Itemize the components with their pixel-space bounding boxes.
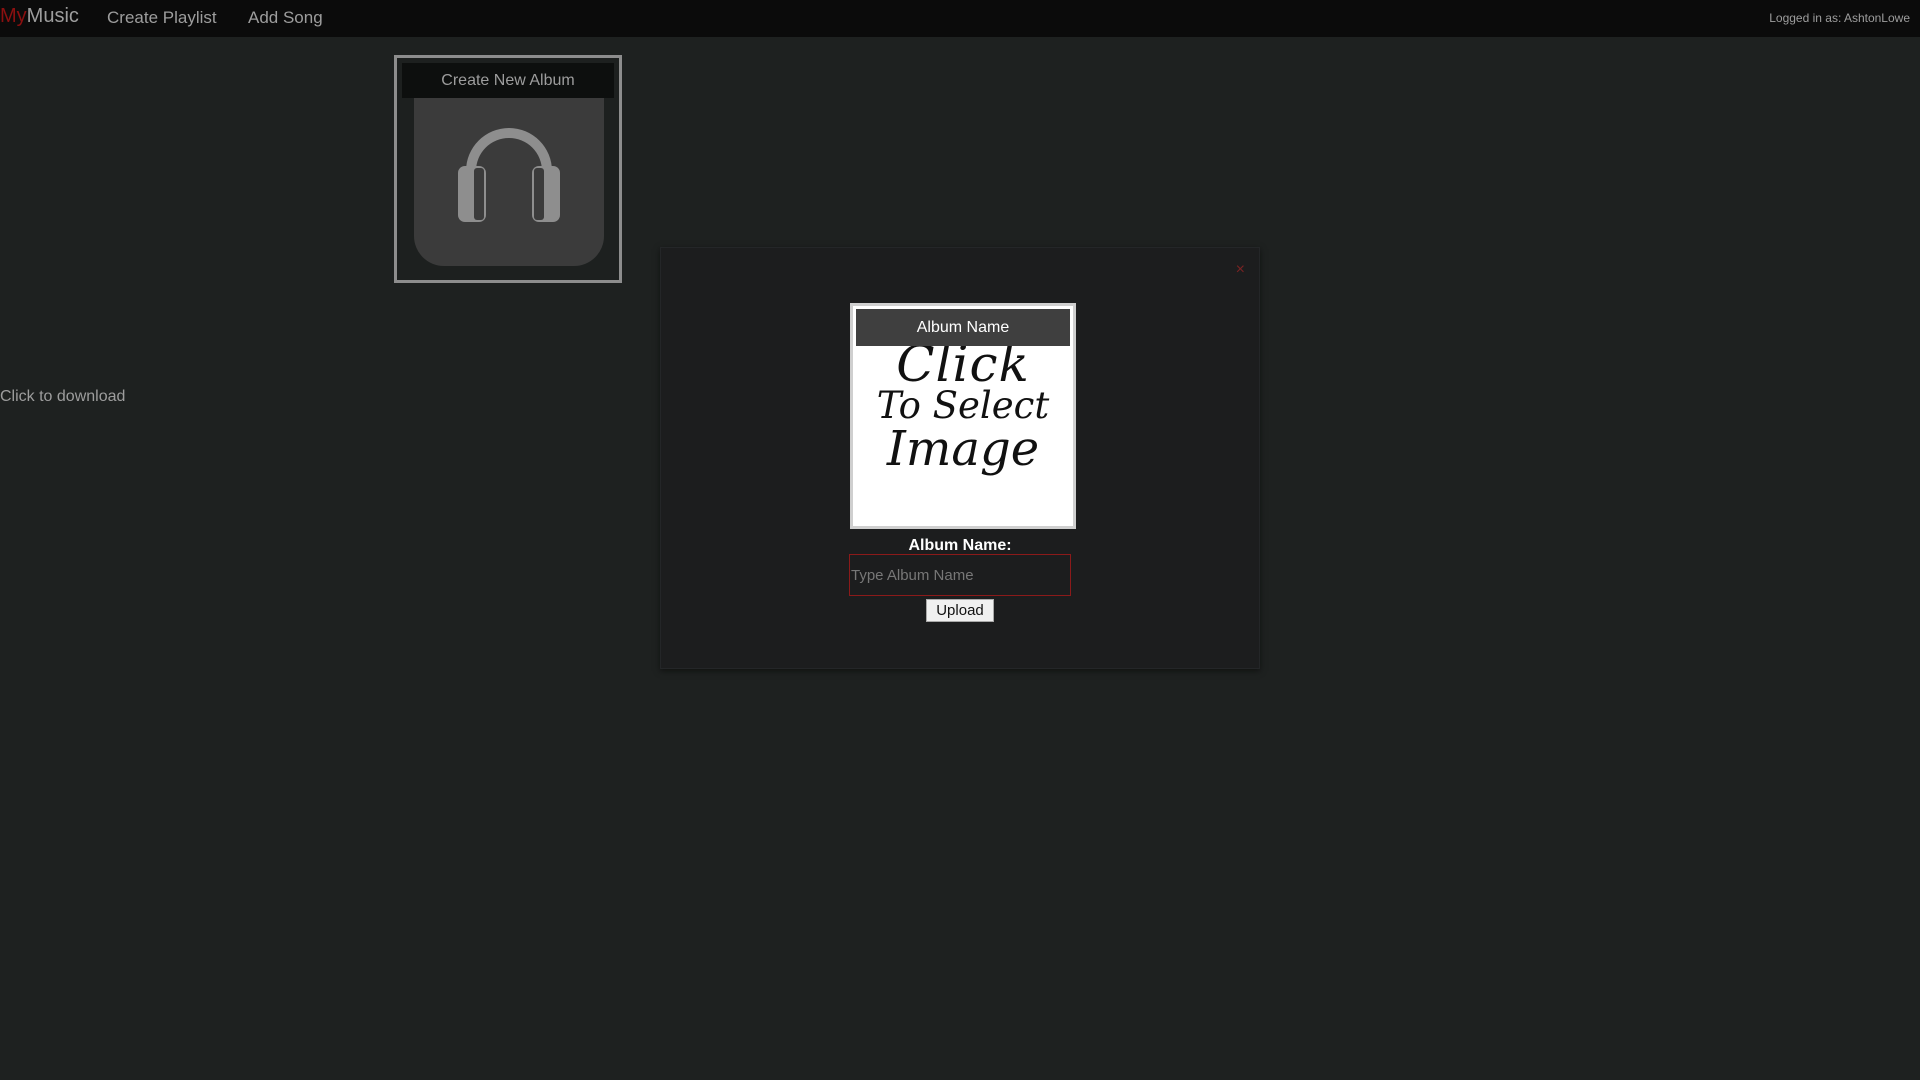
brand-suffix: Music xyxy=(26,5,79,27)
album-name-input[interactable] xyxy=(849,554,1071,596)
picker-prompt-line: Image xyxy=(886,421,1040,477)
top-navbar: MyMusic Create Playlist Add Song Logged … xyxy=(0,0,1920,37)
create-album-card[interactable]: Create New Album xyxy=(394,55,622,283)
nav-create-playlist[interactable]: Create Playlist xyxy=(107,8,217,28)
album-image-picker[interactable]: Click To Select Image Album Name xyxy=(850,303,1076,529)
upload-button[interactable]: Upload xyxy=(926,599,994,622)
download-link[interactable]: Click to download xyxy=(0,387,125,407)
picker-prompt-line: To Select xyxy=(876,384,1050,427)
brand-prefix: My xyxy=(0,5,27,27)
nav-add-song[interactable]: Add Song xyxy=(248,8,323,28)
close-icon[interactable]: × xyxy=(1236,262,1245,278)
brand-logo[interactable]: MyMusic xyxy=(0,5,79,27)
logged-in-user: Logged in as: AshtonLowe xyxy=(1769,11,1910,25)
create-album-modal: × Click To Select Image Album Name Album… xyxy=(660,247,1260,669)
album-name-preview: Album Name xyxy=(856,309,1070,346)
album-name-label: Album Name: xyxy=(908,537,1012,554)
headphones-icon xyxy=(458,128,560,222)
create-album-title: Create New Album xyxy=(402,63,614,98)
album-card-art xyxy=(414,96,604,266)
